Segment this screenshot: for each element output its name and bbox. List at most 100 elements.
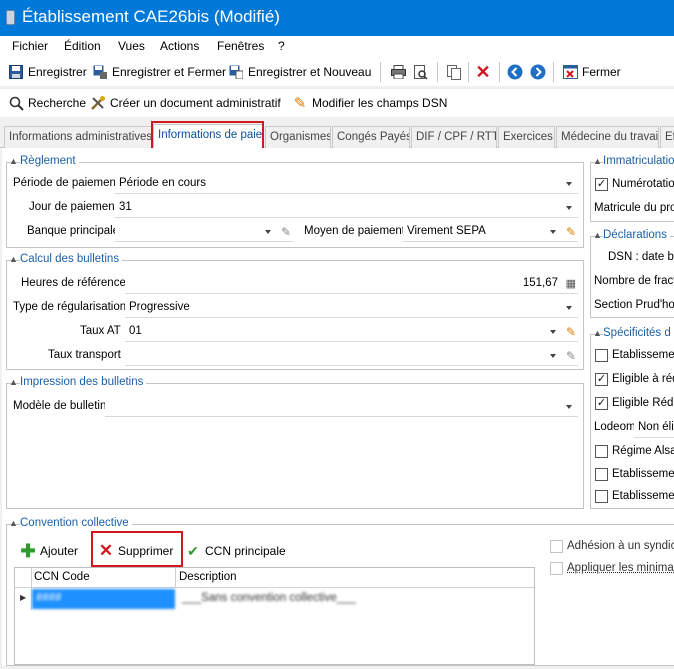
chevron-down-icon [566, 182, 572, 186]
highlight-delete-annotation [91, 531, 183, 567]
tab-dif-cpf-rtt[interactable]: DIF / CPF / RTT [411, 126, 497, 148]
regime-alsace-checkbox[interactable] [595, 445, 608, 458]
modele-dropdown[interactable] [105, 397, 578, 417]
close-window-icon [562, 64, 578, 80]
check-pencil-icon: ✔ [187, 542, 199, 559]
pencil-icon[interactable]: ✎ [566, 349, 576, 363]
copy-button[interactable] [446, 62, 466, 82]
title-bar: Établissement CAE26bis (Modifié) [0, 0, 674, 36]
tab-conges-payes[interactable]: Congés Payés [332, 126, 410, 148]
group-title-convention: Convention collective [20, 517, 132, 529]
moyen-dropdown[interactable]: Virement SEPA ✎ [403, 222, 578, 242]
tab-informations-administratives[interactable]: Informations administratives [4, 126, 152, 148]
close-button[interactable]: Fermer [562, 62, 621, 82]
type-regularisation-label: Type de régularisation [13, 301, 127, 313]
taux-at-dropdown[interactable]: 01 ✎ [125, 322, 578, 342]
jour-dropdown[interactable]: 31 [115, 198, 578, 218]
menu-vues[interactable]: Vues [118, 39, 145, 53]
pencil-icon: ✎ [293, 95, 307, 112]
plus-icon: ✚ [20, 540, 36, 561]
calculator-icon[interactable]: ▦ [566, 277, 576, 290]
column-header-description[interactable]: Description [179, 571, 237, 583]
search-label: Recherche [28, 96, 87, 110]
save-close-button[interactable]: Enregistrer et Fermer [92, 62, 226, 82]
group-title-declarations: Déclarations [603, 229, 670, 241]
create-document-label: Créer un document administratif [110, 96, 281, 110]
taux-at-value: 01 [129, 325, 142, 337]
group-title-reglement: Règlement [20, 155, 79, 167]
add-ccn-button[interactable]: ✚ Ajouter [20, 541, 78, 561]
periode-dropdown[interactable]: Période en cours [115, 174, 578, 194]
column-header-ccn-code[interactable]: CCN Code [34, 571, 90, 583]
pencil-icon[interactable]: ✎ [566, 225, 576, 239]
type-regularisation-dropdown[interactable]: Progressive [125, 298, 578, 318]
menu-actions[interactable]: Actions [160, 39, 199, 53]
eligible-reduction1-checkbox[interactable]: ✓ [595, 373, 608, 386]
heures-value: 151,67 [522, 277, 558, 289]
tools-icon [90, 95, 106, 111]
moyen-label: Moyen de paiement [304, 225, 406, 237]
menu-fichier[interactable]: Fichier [12, 39, 48, 53]
numerotation-checkbox[interactable]: ✓ [595, 178, 608, 191]
pencil-icon[interactable]: ✎ [566, 325, 576, 339]
numerotation-label: Numérotation [612, 178, 674, 190]
table-row-ccn-code[interactable]: #### [32, 589, 175, 609]
nombre-fractions-label: Nombre de fracti [594, 275, 674, 287]
print-button[interactable] [390, 62, 410, 82]
toolbar-secondary: Recherche Créer un document administrati… [0, 89, 674, 117]
ccn-code-value: #### [36, 592, 62, 604]
tab-overflow[interactable]: Ef [660, 126, 674, 148]
table-row-description[interactable]: ___Sans convention collective___ [178, 589, 378, 609]
save-close-label: Enregistrer et Fermer [112, 65, 227, 79]
description-value: ___Sans convention collective___ [182, 592, 356, 604]
print-preview-button[interactable] [413, 62, 433, 82]
lodeom-dropdown[interactable]: Non élig [634, 418, 674, 438]
menu-help[interactable]: ? [278, 39, 285, 53]
dsn-date-label: DSN : date bu [608, 251, 674, 263]
lodeom-label: Lodeom [594, 421, 636, 433]
collapse-icon[interactable]: ▲ [9, 254, 18, 264]
menu-edition[interactable]: Édition [64, 39, 101, 53]
next-button[interactable] [530, 62, 550, 82]
tab-organismes[interactable]: Organismes [265, 126, 331, 148]
group-title-calcul: Calcul des bulletins [20, 253, 123, 265]
save-close-icon [92, 64, 108, 80]
collapse-icon[interactable]: ▲ [593, 328, 602, 338]
tab-exercices[interactable]: Exercices [498, 126, 555, 148]
create-document-button[interactable]: Créer un document administratif [90, 93, 281, 113]
taux-transport-dropdown[interactable]: ✎ [125, 346, 578, 366]
save-new-button[interactable]: Enregistrer et Nouveau [228, 62, 371, 82]
close-label: Fermer [582, 65, 621, 79]
edit-dsn-button[interactable]: ✎ Modifier les champs DSN [292, 93, 448, 113]
etablissement2-checkbox[interactable] [595, 468, 608, 481]
collapse-icon[interactable]: ▲ [9, 377, 18, 387]
tab-medecine-du-travail[interactable]: Médecine du travail [556, 126, 659, 148]
etablissement3-checkbox[interactable] [595, 490, 608, 503]
add-ccn-label: Ajouter [40, 544, 79, 558]
collapse-icon[interactable]: ▲ [593, 230, 602, 240]
collapse-icon[interactable]: ▲ [9, 156, 18, 166]
group-title-specificites: Spécificités d [603, 327, 674, 339]
ccn-principale-button[interactable]: ✔ CCN principale [185, 541, 286, 561]
collapse-icon[interactable]: ▲ [593, 156, 602, 166]
pencil-icon[interactable]: ✎ [281, 225, 291, 239]
eligible-reduction2-checkbox[interactable]: ✓ [595, 397, 608, 410]
collapse-icon[interactable]: ▲ [9, 518, 18, 528]
column-divider [175, 568, 176, 588]
arrow-left-icon [507, 64, 523, 80]
search-button[interactable]: Recherche [8, 93, 86, 113]
delete-record-button[interactable]: ✕ [475, 62, 495, 82]
banque-dropdown[interactable]: ✎ [115, 222, 293, 242]
adhesion-checkbox[interactable] [550, 540, 563, 553]
toolbar-separator [468, 62, 469, 82]
save-button[interactable]: Enregistrer [8, 62, 87, 82]
etablissement1-checkbox[interactable] [595, 349, 608, 362]
chevron-down-icon [550, 230, 556, 234]
heures-input[interactable]: 151,67 ▦ [125, 274, 578, 294]
etablissement2-label: Etablissemen [612, 468, 674, 480]
previous-button[interactable] [507, 62, 527, 82]
adhesion-label: Adhésion à un syndica [567, 540, 674, 552]
menu-fenetres[interactable]: Fenêtres [217, 39, 264, 53]
banque-label: Banque principale [27, 225, 120, 237]
appliquer-checkbox[interactable] [550, 562, 563, 575]
